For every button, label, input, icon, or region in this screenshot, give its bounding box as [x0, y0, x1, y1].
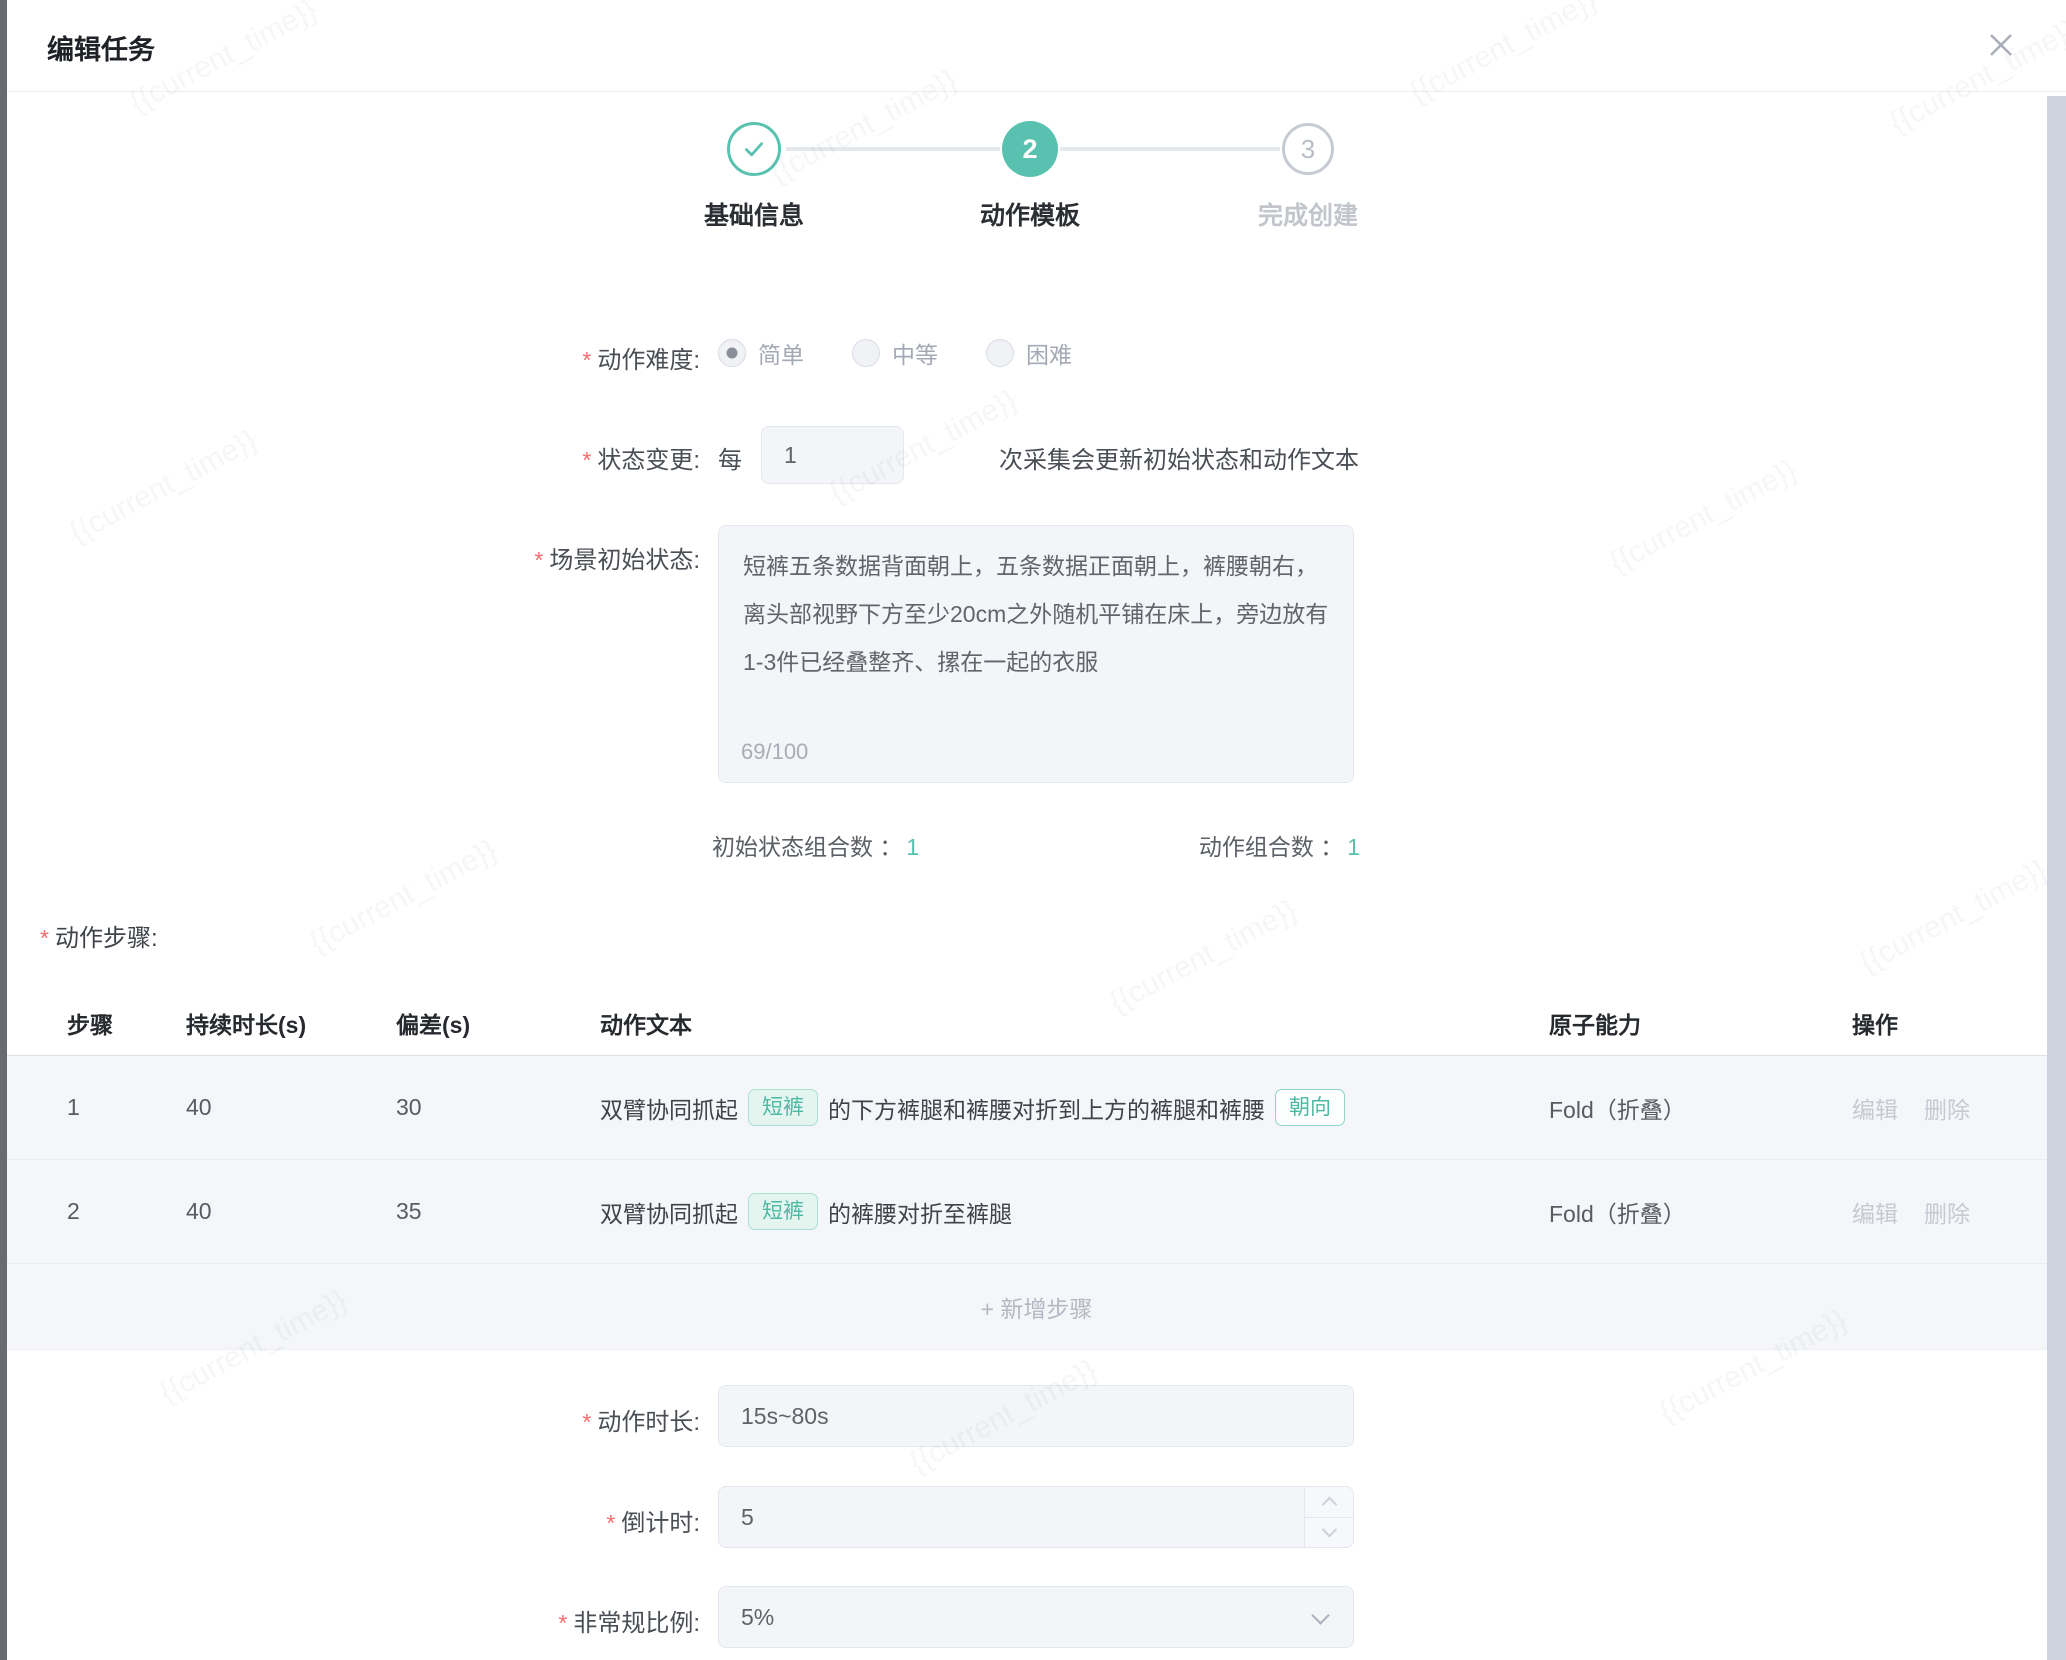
stepper-connector [1060, 147, 1280, 151]
increment-button[interactable] [1305, 1487, 1353, 1518]
cell-duration: 40 [186, 1198, 396, 1225]
difficulty-radio-group: 简单 中等 困难 [718, 336, 1072, 370]
watermark-text: {{current_time}} [304, 833, 503, 960]
check-icon [740, 135, 768, 163]
initial-state-textarea[interactable]: 短裤五条数据背面朝上，五条数据正面朝上，裤腰朝右，离头部视野下方至少20cm之外… [718, 525, 1354, 783]
step-1-indicator [727, 122, 781, 176]
col-action: 动作文本 [600, 1006, 1549, 1040]
watermark-text: {{current_time}} [1604, 453, 1803, 580]
char-counter: 69/100 [741, 738, 808, 766]
cell-step: 1 [67, 1094, 186, 1121]
unusual-ratio-value: 5% [741, 1604, 774, 1631]
step-3-label: 完成创建 [1258, 196, 1358, 232]
col-duration: 持续时长(s) [186, 1006, 396, 1040]
required-mark: * [582, 347, 591, 373]
chevron-down-icon [1321, 1522, 1337, 1538]
cell-action: 双臂协同抓起 短裤 的下方裤腿和裤腰对折到上方的裤腿和裤腰 朝向 [600, 1089, 1549, 1126]
unusual-ratio-select[interactable]: 5% [718, 1586, 1354, 1648]
cell-ops: 编辑 删除 [1852, 1195, 2066, 1229]
difficulty-label: *动作难度: [0, 340, 700, 375]
countdown-label: *倒计时: [0, 1503, 700, 1538]
action-steps-label: *动作步骤: [40, 918, 158, 953]
required-mark: * [558, 1610, 567, 1636]
step-2-number: 2 [1022, 134, 1037, 165]
combo-counts: 初始状态组合数 ：1 动作组合数 ：1 [712, 828, 1360, 862]
radio-icon [718, 339, 746, 367]
cell-action: 双臂协同抓起 短裤 的裤腰对折至裤腿 [600, 1193, 1549, 1230]
action-combo-value: 1 [1347, 834, 1360, 860]
edit-link[interactable]: 编辑 [1852, 1091, 1898, 1125]
decrement-button[interactable] [1305, 1518, 1353, 1548]
radio-hard[interactable]: 困难 [986, 336, 1072, 370]
required-mark: * [40, 925, 49, 951]
cell-deviation: 30 [396, 1094, 600, 1121]
add-step-row: + 新增步骤 [7, 1263, 2066, 1350]
chevron-up-icon [1321, 1497, 1337, 1513]
step-2-label: 动作模板 [980, 196, 1080, 232]
object-tag: 短裤 [748, 1193, 818, 1230]
state-change-prefix: 每 [718, 440, 742, 475]
col-ops: 操作 [1852, 1006, 2066, 1040]
required-mark: * [606, 1510, 615, 1536]
delete-link[interactable]: 删除 [1924, 1195, 1970, 1229]
cell-ability: Fold（折叠） [1549, 1091, 1852, 1125]
edit-link[interactable]: 编辑 [1852, 1195, 1898, 1229]
col-ability: 原子能力 [1549, 1006, 1852, 1040]
steps-table: 步骤 持续时长(s) 偏差(s) 动作文本 原子能力 操作 1 40 30 双臂… [7, 990, 2066, 1350]
cell-deviation: 35 [396, 1198, 600, 1225]
radio-medium-label: 中等 [892, 336, 938, 370]
orientation-tag: 朝向 [1275, 1089, 1345, 1126]
step-2-indicator: 2 [1002, 121, 1058, 177]
radio-easy[interactable]: 简单 [718, 336, 804, 370]
required-mark: * [534, 547, 543, 573]
step-1-label: 基础信息 [704, 196, 804, 232]
table-header-row: 步骤 持续时长(s) 偏差(s) 动作文本 原子能力 操作 [7, 990, 2066, 1055]
radio-hard-label: 困难 [1026, 336, 1072, 370]
state-change-label: *状态变更: [0, 440, 700, 475]
state-change-input[interactable]: 1 [761, 426, 904, 484]
radio-icon [986, 339, 1014, 367]
col-deviation: 偏差(s) [396, 1006, 600, 1040]
col-step: 步骤 [67, 1006, 186, 1040]
required-mark: * [582, 447, 591, 473]
step-3-number: 3 [1301, 134, 1315, 165]
delete-link[interactable]: 删除 [1924, 1091, 1970, 1125]
chevron-down-icon [1311, 1606, 1329, 1624]
state-change-suffix: 次采集会更新初始状态和动作文本 [999, 440, 1359, 475]
required-mark: * [582, 1409, 591, 1435]
table-row: 1 40 30 双臂协同抓起 短裤 的下方裤腿和裤腰对折到上方的裤腿和裤腰 朝向… [7, 1055, 2066, 1159]
close-button[interactable] [1982, 26, 2020, 64]
watermark-text: {{current_time}} [1854, 853, 2053, 980]
duration-label: *动作时长: [0, 1402, 700, 1437]
countdown-input[interactable]: 5 [718, 1486, 1354, 1548]
stepper-connector [786, 147, 1000, 151]
initial-combo-count: 初始状态组合数 ：1 [712, 828, 919, 862]
cell-duration: 40 [186, 1094, 396, 1121]
scrollbar[interactable] [2047, 96, 2066, 1660]
dialog-title: 编辑任务 [47, 28, 155, 67]
radio-medium[interactable]: 中等 [852, 336, 938, 370]
unusual-ratio-label: *非常规比例: [0, 1603, 700, 1638]
cell-ability: Fold（折叠） [1549, 1195, 1852, 1229]
dialog-header: 编辑任务 [7, 0, 2066, 92]
edit-task-dialog: 编辑任务 2 3 基础信息 动作模板 完成创建 *动作难度: 简单 中等 [0, 0, 2066, 1660]
object-tag: 短裤 [748, 1089, 818, 1126]
duration-input[interactable]: 15s~80s [718, 1385, 1354, 1447]
cell-ops: 编辑 删除 [1852, 1091, 2066, 1125]
cell-step: 2 [67, 1198, 186, 1225]
initial-combo-value: 1 [906, 834, 919, 860]
initial-state-label: *场景初始状态: [0, 540, 700, 575]
countdown-value: 5 [741, 1504, 754, 1531]
add-step-button[interactable]: + 新增步骤 [981, 1290, 1093, 1324]
table-row: 2 40 35 双臂协同抓起 短裤 的裤腰对折至裤腿 Fold（折叠） 编辑 删… [7, 1159, 2066, 1263]
initial-state-text: 短裤五条数据背面朝上，五条数据正面朝上，裤腰朝右，离头部视野下方至少20cm之外… [743, 553, 1328, 675]
action-combo-count: 动作组合数 ：1 [1199, 828, 1360, 862]
number-stepper [1304, 1487, 1353, 1547]
step-3-indicator: 3 [1282, 123, 1334, 175]
close-icon [1984, 28, 2018, 62]
radio-icon [852, 339, 880, 367]
radio-easy-label: 简单 [758, 336, 804, 370]
